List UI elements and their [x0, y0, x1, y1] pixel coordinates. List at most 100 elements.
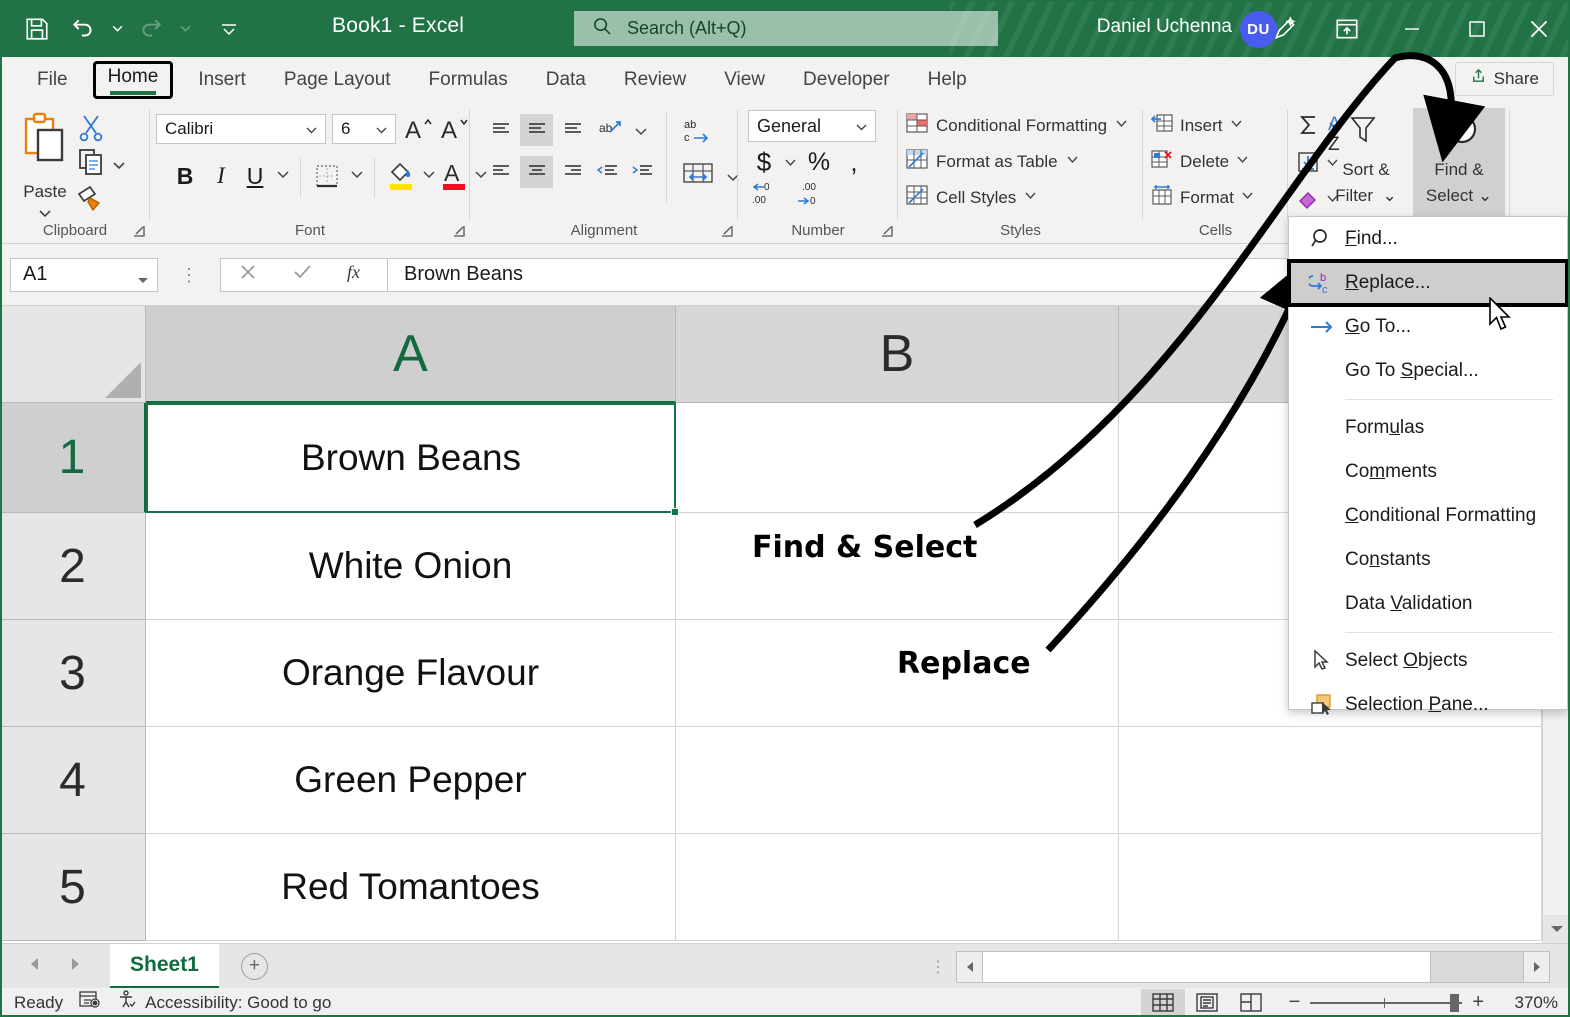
add-sheet-button[interactable]: +: [241, 953, 268, 980]
row-header-3[interactable]: 3: [0, 620, 146, 727]
zoom-thumb[interactable]: [1450, 994, 1459, 1012]
align-top-icon[interactable]: [484, 114, 517, 146]
hscroll-thumb[interactable]: [983, 952, 1431, 982]
font-dialog-launcher-icon[interactable]: [452, 224, 466, 238]
menu-item-data-validation[interactable]: Data Validation: [1289, 582, 1567, 626]
cell-C5[interactable]: [1119, 834, 1542, 941]
clipboard-dialog-launcher-icon[interactable]: [132, 224, 146, 238]
formula-bar-grip[interactable]: ⋮: [180, 272, 198, 278]
menu-item-replace[interactable]: b c Replace...: [1289, 261, 1567, 305]
name-box-caret-icon[interactable]: [137, 269, 149, 292]
cell-A3[interactable]: Orange Flavour: [146, 620, 676, 727]
menu-item-conditional-formatting[interactable]: Conditional Formatting: [1289, 494, 1567, 538]
cell-A2[interactable]: White Onion: [146, 513, 676, 620]
tab-home[interactable]: Home: [93, 61, 174, 99]
hscroll-track[interactable]: [956, 951, 1550, 983]
menu-item-selection-pane[interactable]: Selection Pane...: [1289, 683, 1567, 727]
menu-item-find[interactable]: Find...: [1289, 217, 1567, 261]
underline-button[interactable]: U: [240, 160, 270, 192]
sheet-prev-icon[interactable]: [26, 955, 44, 978]
copy-caret-icon[interactable]: [112, 158, 126, 176]
tab-insert[interactable]: Insert: [179, 65, 265, 95]
sheet-nav-arrows[interactable]: [26, 955, 84, 978]
format-cells-button[interactable]: Format: [1151, 184, 1254, 211]
ribbon-display-icon[interactable]: [1316, 0, 1378, 57]
currency-caret-icon[interactable]: [780, 152, 800, 174]
accessibility-status[interactable]: Accessibility: Good to go: [117, 990, 331, 1015]
menu-item-constants[interactable]: Constants: [1289, 538, 1567, 582]
align-middle-icon[interactable]: [520, 114, 553, 146]
number-dialog-launcher-icon[interactable]: [880, 224, 894, 238]
tab-page-layout[interactable]: Page Layout: [265, 65, 410, 95]
align-left-icon[interactable]: [484, 156, 517, 188]
conditional-formatting-caret-icon[interactable]: [1115, 119, 1128, 132]
orientation-caret-icon[interactable]: [624, 116, 657, 148]
minimize-icon[interactable]: [1378, 0, 1446, 57]
cell-styles-button[interactable]: Cell Styles: [906, 184, 1037, 211]
fx-icon[interactable]: fx: [345, 260, 371, 289]
zoom-in-button[interactable]: +: [1472, 991, 1484, 1014]
cell-C4[interactable]: [1119, 727, 1542, 834]
align-center-icon[interactable]: [520, 156, 553, 188]
row-header-4[interactable]: 4: [0, 727, 146, 834]
sheet-tab-sheet1[interactable]: Sheet1: [110, 944, 219, 989]
copy-icon[interactable]: [78, 148, 104, 181]
tab-developer[interactable]: Developer: [784, 65, 909, 95]
column-header-A[interactable]: A: [146, 306, 676, 403]
undo-dropdown-caret-icon[interactable]: [106, 9, 128, 49]
scroll-left-icon[interactable]: [957, 952, 983, 982]
customize-qat-icon[interactable]: [206, 9, 252, 49]
tab-data[interactable]: Data: [527, 65, 605, 95]
search-input[interactable]: Search (Alt+Q): [574, 11, 998, 46]
align-right-icon[interactable]: [556, 156, 589, 188]
bold-button[interactable]: B: [170, 160, 200, 192]
decrease-font-size-icon[interactable]: A: [438, 112, 470, 146]
menu-item-select-objects[interactable]: Select Objects: [1289, 639, 1567, 683]
cell-styles-caret-icon[interactable]: [1024, 191, 1037, 204]
decrease-indent-icon[interactable]: [590, 156, 623, 188]
record-macro-icon[interactable]: [79, 991, 101, 1014]
scroll-right-icon[interactable]: [1523, 952, 1549, 982]
cancel-icon[interactable]: [237, 261, 259, 288]
format-as-table-caret-icon[interactable]: [1066, 155, 1079, 168]
column-header-B[interactable]: B: [676, 306, 1119, 403]
row-header-1[interactable]: 1: [0, 403, 146, 513]
menu-item-go-to[interactable]: Go To...: [1289, 305, 1567, 349]
scrollbar-grip[interactable]: ⋮: [930, 964, 946, 971]
font-name-input[interactable]: Calibri: [156, 114, 326, 144]
zoom-out-button[interactable]: −: [1289, 991, 1301, 1014]
fill-color-icon[interactable]: [384, 156, 418, 194]
alignment-dialog-launcher-icon[interactable]: [720, 224, 734, 238]
maximize-icon[interactable]: [1446, 0, 1508, 57]
font-size-input[interactable]: 6: [332, 114, 396, 144]
row-header-2[interactable]: 2: [0, 513, 146, 620]
delete-cells-caret-icon[interactable]: [1236, 155, 1249, 168]
number-format-select[interactable]: General: [748, 110, 876, 142]
currency-format-icon[interactable]: $: [750, 146, 778, 178]
format-cells-caret-icon[interactable]: [1241, 191, 1254, 204]
scroll-down-icon[interactable]: [1543, 915, 1570, 943]
cell-B4[interactable]: [676, 727, 1119, 834]
cell-B1[interactable]: [676, 403, 1119, 513]
close-icon[interactable]: [1508, 0, 1570, 57]
tab-view[interactable]: View: [705, 65, 784, 95]
format-as-table-button[interactable]: Format as Table: [906, 148, 1079, 175]
align-bottom-icon[interactable]: [556, 114, 589, 146]
cell-A1[interactable]: Brown Beans: [146, 403, 676, 513]
sheet-next-icon[interactable]: [66, 955, 84, 978]
pen-icon[interactable]: [1254, 0, 1316, 57]
find-and-select-button[interactable]: Find & Select ⌄: [1413, 108, 1505, 216]
fill-color-caret-icon[interactable]: [418, 164, 440, 186]
wrap-text-icon[interactable]: ab c: [678, 114, 718, 146]
tab-review[interactable]: Review: [605, 65, 705, 95]
comma-format-icon[interactable]: ,: [842, 146, 866, 178]
zoom-level-label[interactable]: 370%: [1494, 993, 1558, 1013]
orientation-icon[interactable]: ab: [594, 114, 627, 146]
increase-decimal-icon[interactable]: 0 .00: [748, 180, 792, 208]
zoom-slider[interactable]: − + 370%: [1289, 991, 1558, 1014]
insert-cells-caret-icon[interactable]: [1230, 119, 1243, 132]
italic-button[interactable]: I: [206, 160, 236, 192]
format-painter-icon[interactable]: [76, 184, 106, 217]
tab-formulas[interactable]: Formulas: [410, 65, 527, 95]
zoom-track[interactable]: [1310, 1002, 1462, 1004]
